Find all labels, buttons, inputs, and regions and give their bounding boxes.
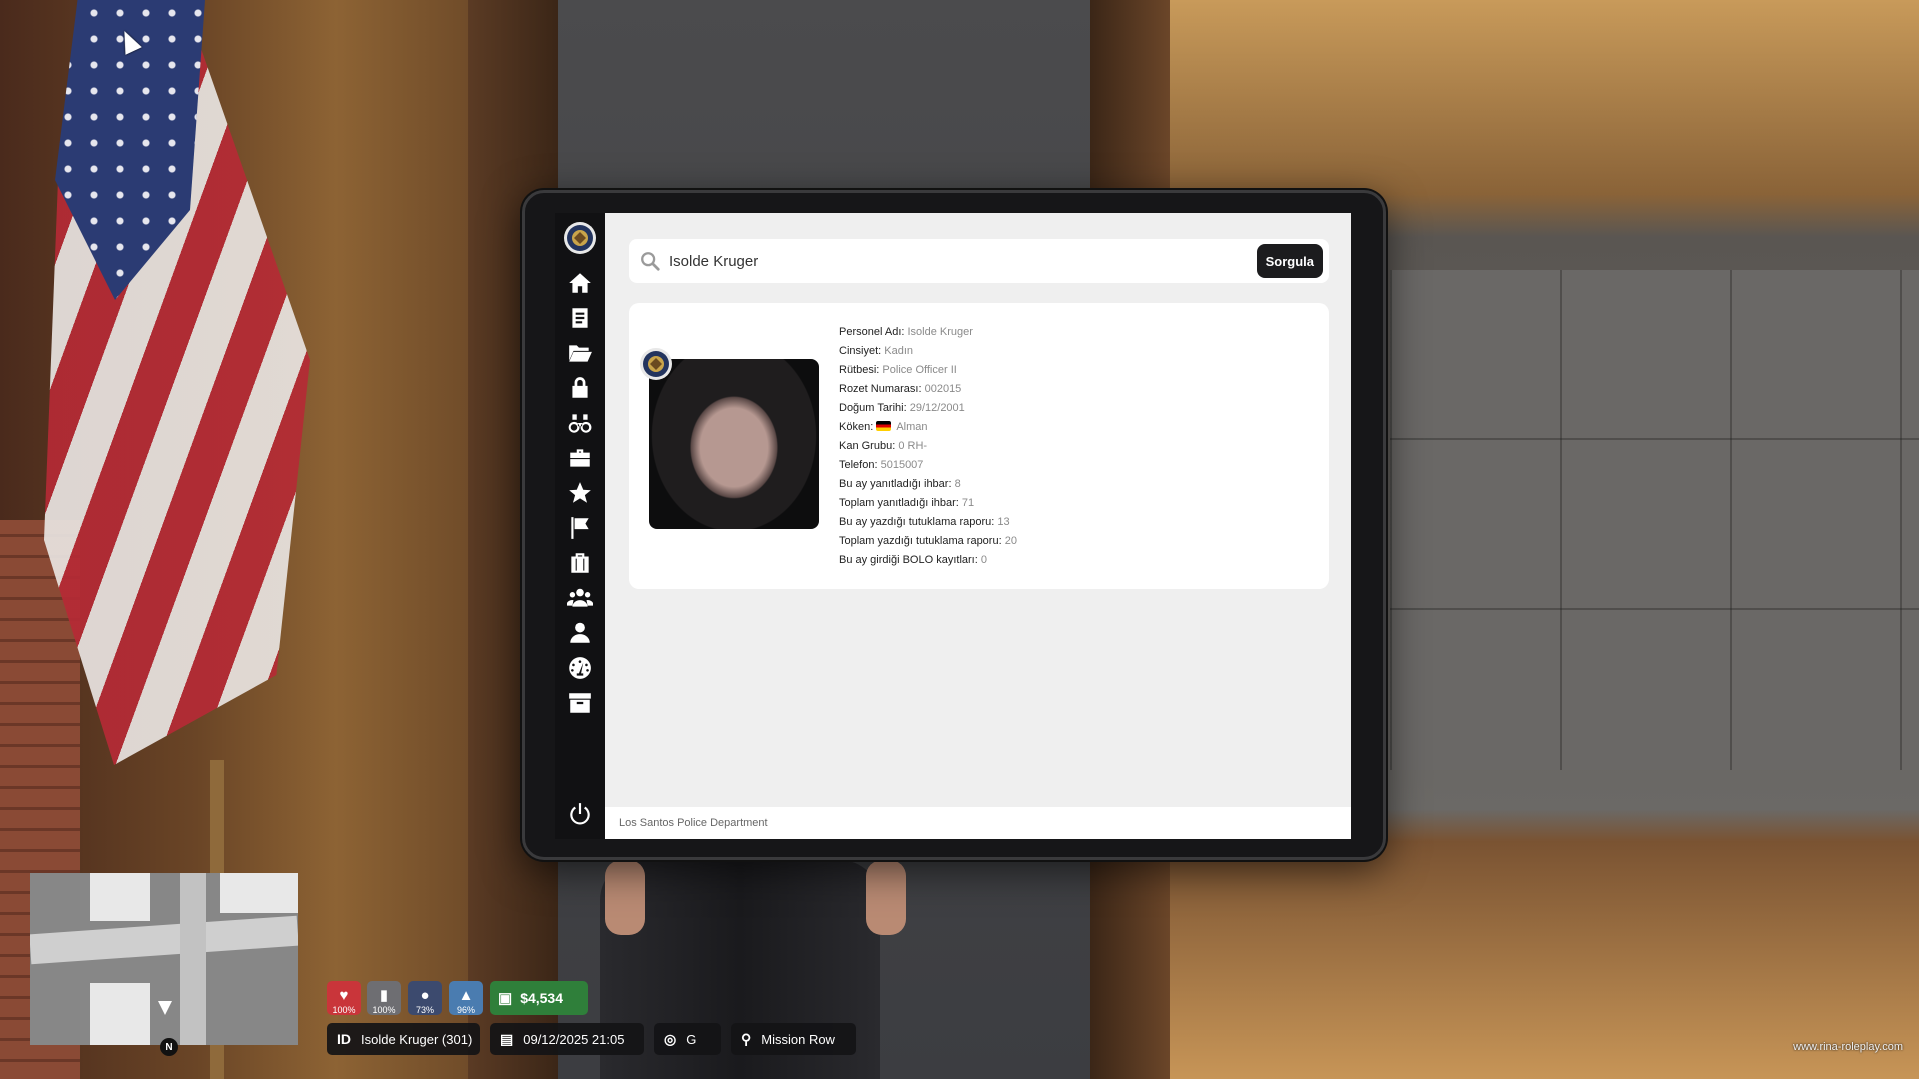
sidebar-item-documents[interactable] [555, 300, 605, 335]
sidebar-item-home[interactable] [555, 265, 605, 300]
detail-phone: Telefon: 5015007 [839, 459, 924, 471]
detail-rank: Rütbesi: Police Officer II [839, 364, 957, 376]
heart-icon: ♥ [339, 987, 349, 1004]
wallet-icon: ▣ [498, 990, 513, 1007]
detail-blood: Kan Grubu: 0 RH- [839, 440, 928, 452]
sidebar-item-profile[interactable] [555, 615, 605, 650]
briefcase-icon [570, 448, 590, 467]
lock-icon [572, 376, 588, 398]
detail-badge: Rozet Numarası: 002015 [839, 383, 962, 395]
sidebar-item-cases[interactable] [555, 440, 605, 475]
north-indicator: N [160, 1038, 178, 1056]
germany-flag-icon [876, 421, 892, 431]
suitcase-icon [571, 552, 589, 573]
calendar-icon: ▤ [500, 1030, 514, 1047]
location-pill: ⚲ Mission Row [731, 1023, 856, 1055]
map-road [30, 915, 298, 965]
detail-month-calls: Bu ay yanıtladığı ihbar: 8 [839, 478, 961, 490]
map-building [90, 873, 150, 921]
officer-details: Personel Adı: Isolde Kruger Cinsiyet: Ka… [839, 323, 1017, 570]
officer-photo [649, 359, 819, 529]
water-icon: ▲ [458, 987, 474, 1004]
detail-gender: Cinsiyet: Kadın [839, 345, 913, 357]
detail-name: Personel Adı: Isolde Kruger [839, 326, 973, 338]
power-icon [570, 802, 590, 824]
map-road [180, 873, 206, 1045]
player-marker-icon [158, 1001, 172, 1015]
sidebar [555, 213, 605, 839]
hunger-status: ● 73% [408, 981, 442, 1015]
sidebar-item-archive[interactable] [555, 685, 605, 720]
sidebar-item-investigations[interactable] [555, 405, 605, 440]
detail-bolo: Bu ay girdiği BOLO kayıtları: 0 [839, 554, 987, 566]
server-watermark: www.rina-roleplay.com [1793, 1041, 1903, 1053]
archive-icon [569, 692, 591, 713]
sidebar-item-reports[interactable] [555, 510, 605, 545]
compass-icon: ◎ [664, 1030, 677, 1047]
detail-total-calls: Toplam yanıtladığı ihbar: 71 [839, 497, 975, 509]
tablet-screen: Sorgula Personel Adı: Isolde Kruger Cins… [555, 213, 1351, 839]
main-content: Sorgula Personel Adı: Isolde Kruger Cins… [605, 213, 1351, 839]
officer-card: Personel Adı: Isolde Kruger Cinsiyet: Ka… [629, 303, 1329, 589]
armor-status: ▮ 100% [367, 981, 401, 1015]
dashboard-icon [569, 656, 591, 679]
star-icon [569, 481, 591, 503]
detail-month-reports: Bu ay yazdığı tutuklama raporu: 13 [839, 516, 1010, 528]
search-input[interactable] [669, 252, 1257, 270]
search-icon [641, 252, 660, 271]
query-button[interactable]: Sorgula [1256, 244, 1323, 278]
minimap [30, 873, 298, 1045]
map-pin-icon: ⚲ [741, 1030, 752, 1047]
flag-icon [571, 516, 589, 539]
users-icon [567, 588, 593, 607]
sidebar-item-folders[interactable] [555, 335, 605, 370]
map-building [220, 873, 298, 913]
binoculars-icon [568, 413, 592, 433]
sidebar-item-evidence[interactable] [555, 545, 605, 580]
home-icon [569, 272, 591, 293]
folder-open-icon [569, 344, 592, 362]
sidebar-item-favorites[interactable] [555, 475, 605, 510]
seal-badge-icon [640, 348, 672, 380]
thirst-status: ▲ 96% [449, 981, 483, 1015]
sidebar-item-dashboard[interactable] [555, 650, 605, 685]
compass-pill: ◎ G [654, 1023, 721, 1055]
seal-logo-icon[interactable] [563, 221, 597, 255]
detail-birth: Doğum Tarihi: 29/12/2001 [839, 402, 965, 414]
power-button[interactable] [555, 796, 605, 831]
player-hand-right [866, 860, 906, 935]
tablet-footer: Los Santos Police Department [605, 807, 1351, 839]
detail-origin: Köken: Alman [839, 421, 928, 433]
sidebar-item-arrests[interactable] [555, 370, 605, 405]
datetime-pill: ▤ 09/12/2025 21:05 [490, 1023, 644, 1055]
mdt-tablet: Sorgula Personel Adı: Isolde Kruger Cins… [522, 190, 1386, 860]
document-icon [572, 307, 588, 328]
armor-icon: ▮ [379, 987, 389, 1004]
id-icon: ID [337, 1031, 351, 1047]
player-hand-left [605, 860, 645, 935]
player-id-pill: ID Isolde Kruger (301) [327, 1023, 480, 1055]
user-icon [570, 622, 590, 643]
tile-panel [1390, 270, 1919, 770]
map-building [90, 983, 150, 1045]
detail-total-reports: Toplam yazdığı tutuklama raporu: 20 [839, 535, 1017, 547]
search-bar: Sorgula [629, 239, 1329, 283]
health-status: ♥ 100% [327, 981, 361, 1015]
sidebar-item-staff[interactable] [555, 580, 605, 615]
food-icon: ● [420, 987, 430, 1004]
cash-display: ▣ $4,534 [490, 981, 588, 1015]
